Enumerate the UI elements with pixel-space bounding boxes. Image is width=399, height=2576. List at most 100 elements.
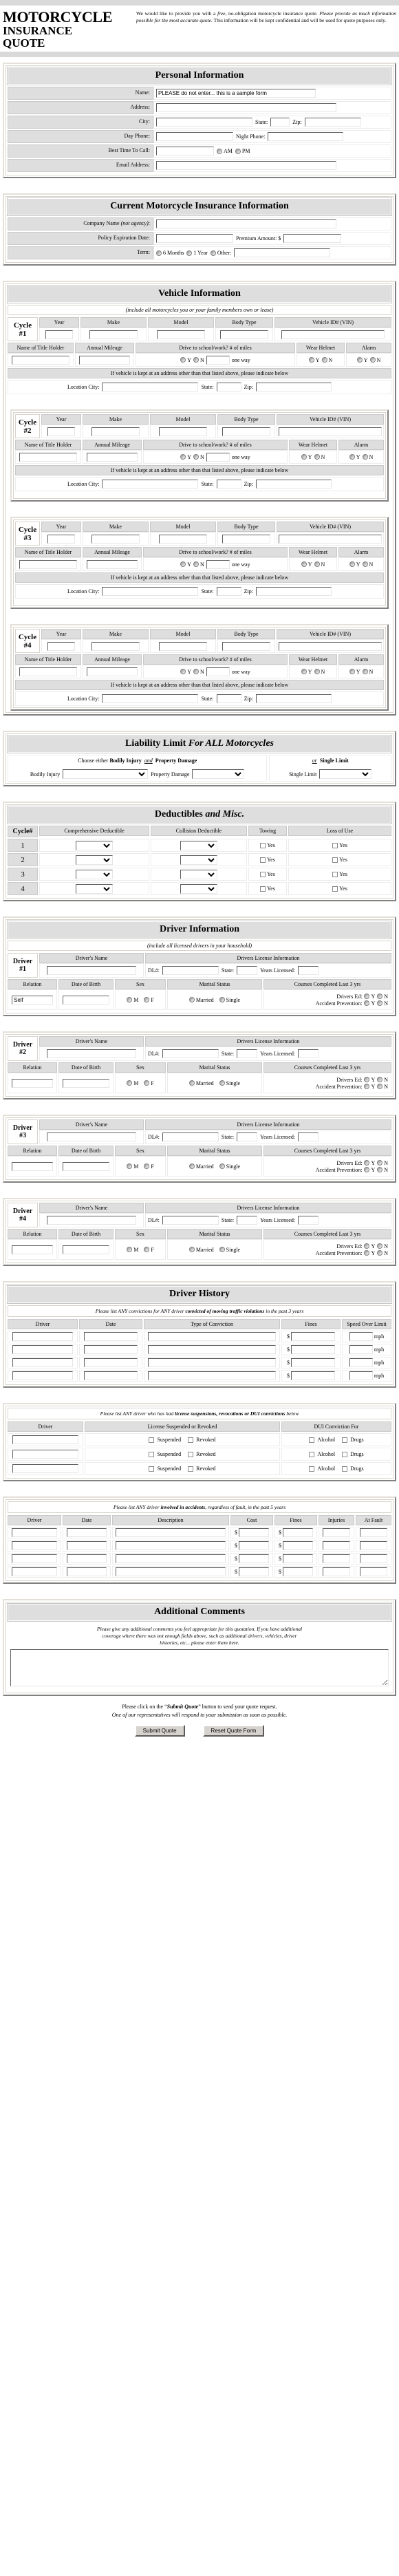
location-zip-input[interactable] <box>256 383 332 392</box>
location-city-input[interactable] <box>102 694 199 704</box>
conviction-driver-input[interactable] <box>12 1358 73 1368</box>
vehicle-field-input[interactable] <box>159 427 207 436</box>
title-holder-input[interactable] <box>19 559 77 569</box>
revoked-checkbox-group[interactable]: Revoked <box>188 1437 216 1443</box>
drugs-checkbox[interactable] <box>342 1451 348 1457</box>
helmet-yes-radio-group[interactable]: Y <box>301 561 312 568</box>
accident-date-input[interactable] <box>67 1554 107 1564</box>
conviction-date-input[interactable] <box>84 1358 138 1368</box>
comprehensive-deductible-select[interactable] <box>76 883 113 894</box>
name-input[interactable] <box>156 89 316 98</box>
drive-no-radio-group[interactable]: N <box>193 669 204 675</box>
relation-input[interactable] <box>12 995 53 1005</box>
night-phone-input[interactable] <box>268 132 344 142</box>
alcohol-checkbox-group[interactable]: Alcohol <box>309 1466 335 1472</box>
drivers-ed-no-radio-icon[interactable] <box>377 1243 383 1249</box>
accident-fines-input[interactable] <box>283 1541 313 1551</box>
drivers-ed-no-radio-group[interactable]: N <box>377 1077 388 1083</box>
loss-of-use-checkbox[interactable] <box>332 857 338 863</box>
location-city-input[interactable] <box>102 587 199 597</box>
drive-no-radio-group[interactable]: N <box>193 454 204 460</box>
vehicle-field-input[interactable] <box>91 534 140 544</box>
revoked-checkbox[interactable] <box>188 1466 194 1472</box>
sex-female-radio-group[interactable]: F <box>144 1247 154 1253</box>
drugs-checkbox-group[interactable]: Drugs <box>342 1466 364 1472</box>
accident-prevention-no-radio-group[interactable]: N <box>377 1167 388 1173</box>
suspended-checkbox-group[interactable]: Suspended <box>149 1451 181 1457</box>
alarm-no-radio-group[interactable]: N <box>362 561 373 568</box>
day-phone-input[interactable] <box>156 132 233 142</box>
email-input[interactable] <box>156 161 336 171</box>
drivers-ed-yes-radio-icon[interactable] <box>364 1077 370 1083</box>
bodily-injury-select[interactable] <box>63 769 149 780</box>
alarm-yes-radio-group[interactable]: Y <box>349 454 360 460</box>
alarm-yes-radio-icon[interactable] <box>349 454 355 460</box>
accident-description-input[interactable] <box>116 1554 226 1564</box>
speed-over-limit-input[interactable] <box>349 1332 373 1342</box>
am-radio-group[interactable]: AM <box>217 148 233 154</box>
title-holder-input[interactable] <box>19 667 77 676</box>
alarm-yes-radio-icon[interactable] <box>349 561 355 568</box>
drivers-ed-yes-radio-icon[interactable] <box>364 1243 370 1249</box>
relation-input[interactable] <box>12 1245 53 1254</box>
conviction-type-input[interactable] <box>147 1345 277 1355</box>
location-state-input[interactable] <box>216 694 241 704</box>
sex-female-radio-icon[interactable] <box>144 1163 150 1170</box>
conviction-fines-input[interactable] <box>291 1332 335 1342</box>
drive-yes-radio-group[interactable]: Y <box>180 669 191 675</box>
accident-injuries-input[interactable] <box>323 1554 350 1564</box>
vehicle-field-input[interactable] <box>279 534 382 544</box>
vehicle-field-input[interactable] <box>45 330 73 339</box>
conviction-type-input[interactable] <box>147 1332 277 1342</box>
drive-no-radio-group[interactable]: N <box>193 561 204 568</box>
location-zip-input[interactable] <box>256 587 332 597</box>
miles-one-way-input[interactable] <box>206 452 230 462</box>
revoked-checkbox[interactable] <box>188 1451 194 1457</box>
drivers-name-input[interactable] <box>47 1049 136 1059</box>
accident-cost-input[interactable] <box>239 1528 269 1538</box>
accident-prevention-yes-radio-icon[interactable] <box>364 1167 370 1173</box>
drivers-name-input[interactable] <box>47 966 136 976</box>
reset-quote-form-button[interactable]: Reset Quote Form <box>202 1725 265 1737</box>
city-input[interactable] <box>156 118 252 127</box>
sex-female-radio-group[interactable]: F <box>144 997 154 1003</box>
years-licensed-input[interactable] <box>298 1049 319 1059</box>
single-radio-group[interactable]: Single <box>219 997 240 1003</box>
years-licensed-input[interactable] <box>298 1133 319 1142</box>
pm-radio-group[interactable]: PM <box>235 148 250 154</box>
conviction-date-input[interactable] <box>84 1371 138 1381</box>
accident-prevention-no-radio-icon[interactable] <box>377 1000 383 1007</box>
accident-injuries-input[interactable] <box>323 1567 350 1577</box>
single-radio-group[interactable]: Single <box>219 1247 240 1253</box>
suspension-driver-input[interactable] <box>12 1464 78 1474</box>
accident-prevention-yes-radio-group[interactable]: Y <box>364 1167 375 1173</box>
towing-checkbox[interactable] <box>260 886 266 892</box>
accident-driver-input[interactable] <box>12 1554 57 1564</box>
drive-no-radio-group[interactable]: N <box>193 357 204 363</box>
drive-yes-radio-icon[interactable] <box>180 454 186 460</box>
comprehensive-deductible-select[interactable] <box>76 855 113 865</box>
sex-female-radio-group[interactable]: F <box>144 1080 154 1086</box>
speed-over-limit-input[interactable] <box>349 1345 373 1355</box>
title-holder-input[interactable] <box>19 452 77 462</box>
drivers-ed-yes-radio-group[interactable]: Y <box>364 1243 375 1249</box>
accident-driver-input[interactable] <box>12 1567 57 1577</box>
dl-state-input[interactable] <box>237 966 258 976</box>
alcohol-checkbox-group[interactable]: Alcohol <box>309 1451 335 1457</box>
accident-fines-input[interactable] <box>283 1554 313 1564</box>
accident-prevention-no-radio-icon[interactable] <box>377 1250 383 1256</box>
drive-no-radio-icon[interactable] <box>193 561 200 568</box>
dl-state-input[interactable] <box>237 1049 258 1059</box>
revoked-checkbox-group[interactable]: Revoked <box>188 1451 216 1457</box>
location-state-input[interactable] <box>216 480 241 489</box>
suspension-driver-input[interactable] <box>12 1435 78 1445</box>
single-radio-group[interactable]: Single <box>219 1080 240 1086</box>
single-radio-group[interactable]: Single <box>219 1163 240 1170</box>
helmet-yes-radio-group[interactable]: Y <box>308 357 320 363</box>
helmet-yes-radio-icon[interactable] <box>301 454 307 460</box>
accident-cost-input[interactable] <box>239 1554 269 1564</box>
accident-prevention-no-radio-group[interactable]: N <box>377 1250 388 1256</box>
accident-date-input[interactable] <box>67 1528 107 1538</box>
sex-female-radio-icon[interactable] <box>144 1247 150 1253</box>
best-time-input[interactable] <box>156 147 214 156</box>
